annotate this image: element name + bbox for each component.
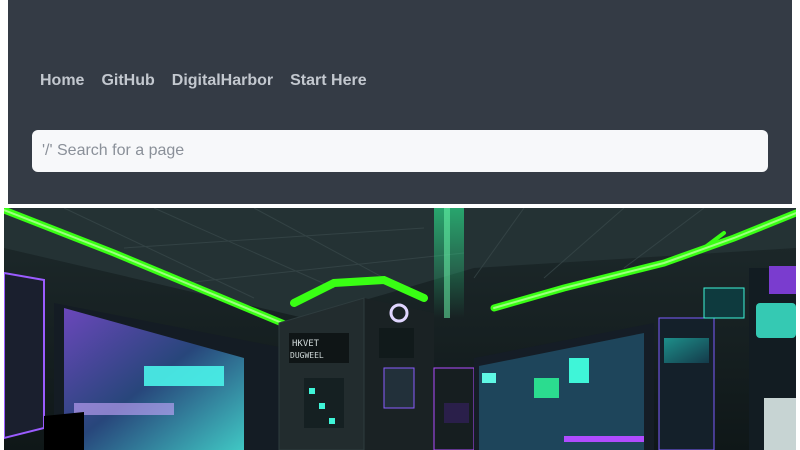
nav-link-start-here[interactable]: Start Here [290, 72, 366, 90]
nav-link-home[interactable]: Home [40, 72, 84, 90]
main-nav: Home GitHub DigitalHarbor Start Here [40, 72, 384, 90]
search-input[interactable] [32, 130, 768, 172]
site-header: Home GitHub DigitalHarbor Start Here [8, 0, 792, 204]
nav-link-digitalharbor[interactable]: DigitalHarbor [172, 72, 273, 90]
nav-link-github[interactable]: GitHub [101, 72, 154, 90]
svg-text:DUGWEEL: DUGWEEL [290, 351, 324, 360]
hero-image: HKVET DUGWEEL [4, 208, 796, 450]
cyberpunk-server-room-illustration: HKVET DUGWEEL [4, 208, 796, 450]
svg-text:HKVET: HKVET [292, 339, 320, 349]
